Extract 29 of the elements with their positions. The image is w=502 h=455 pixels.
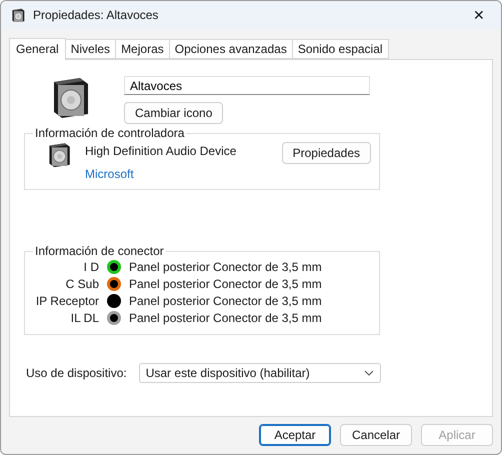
usage-dropdown[interactable]: Usar este dispositivo (habilitar) [138,363,381,383]
vendor-link[interactable]: Microsoft [85,167,134,181]
chevron-icon [364,370,374,376]
connector-label: IP Receptor [34,294,99,308]
connector-description: Panel posterior Conector de 3,5 mm [129,310,323,324]
connector-label: I D [82,260,99,274]
tab[interactable]: Opciones avanzadas [168,39,293,59]
usage-label: Uso de dispositivo: [26,366,127,380]
window-title: Propiedades: Altavoces [33,8,160,22]
connector-description: Panel posterior Conector de 3,5 mm [129,276,323,290]
tab[interactable]: Niveles [64,39,116,59]
connector-label: C Sub [64,276,99,290]
group-title: Información de controladora [34,126,186,140]
tab[interactable]: Sonido espacial [292,39,389,59]
change-icon-button[interactable]: Cambiar icono [124,102,224,124]
connector-description: Panel posterior Conector de 3,5 mm [129,294,323,308]
device-name: High Definition Audio Device [85,144,238,158]
close-button[interactable]: ✕ [467,7,491,23]
connector-label: IL DL [70,310,99,324]
tab[interactable]: Mejoras [115,39,170,59]
connector-description: Panel posterior Conector de 3,5 mm [129,260,323,274]
speaker-icon [11,8,25,22]
name-field[interactable]: Altavoces [124,76,370,95]
speaker-icon [47,142,71,168]
properties-button[interactable]: Propiedades [282,142,371,164]
dialog-button[interactable]: Cancelar [340,424,412,446]
tab[interactable]: General [9,38,66,60]
dialog-button[interactable]: Aceptar [259,424,331,446]
group-title: Información de conector [34,244,165,258]
